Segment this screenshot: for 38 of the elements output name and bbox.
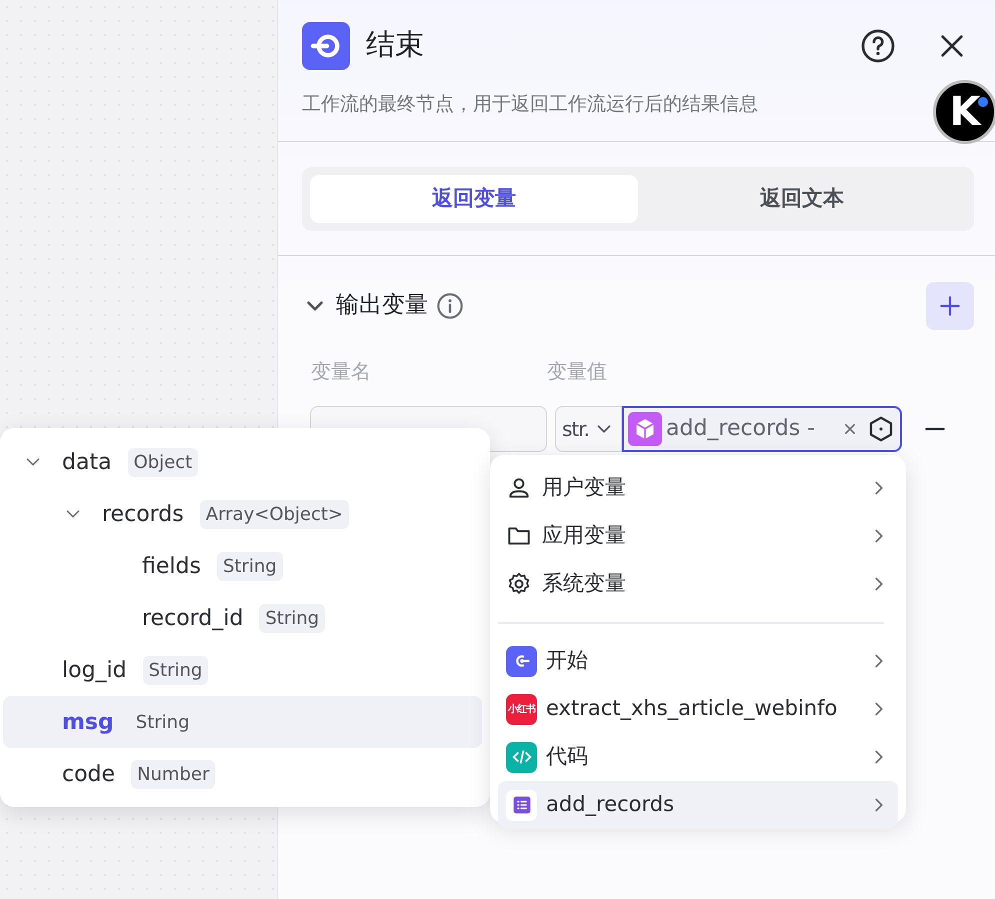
section-title: 输出变量 (336, 291, 428, 320)
tab[interactable]: 返回文本 (638, 174, 966, 222)
info-icon (436, 292, 464, 320)
list-icon (506, 790, 537, 820)
type-tag: String (216, 552, 283, 580)
tree-item[interactable]: data Object (3, 436, 482, 488)
menu-item[interactable]: 应用变量 (498, 512, 898, 560)
end-node-icon (302, 22, 350, 70)
cube-icon (628, 412, 662, 446)
gear-icon (506, 571, 532, 597)
help-icon[interactable] (860, 28, 896, 64)
menu-item[interactable]: 小红书 extract_xhs_article_webinfo (498, 685, 898, 733)
add-button[interactable] (926, 282, 974, 330)
plugin-logo: 小红书 (506, 694, 537, 724)
menu-item[interactable]: 系统变量 (498, 560, 898, 608)
tree-item[interactable]: code Number (3, 748, 482, 800)
column-header: 变量值 (547, 358, 607, 384)
tree-item[interactable]: fields String (3, 540, 482, 592)
tree-item[interactable]: log_id String (3, 644, 482, 696)
type-tag: Object (128, 448, 198, 476)
menu-item[interactable]: 用户变量 (498, 464, 898, 512)
variable-label: add_records - (666, 415, 816, 443)
type-select[interactable]: str. (555, 406, 622, 452)
menu-item[interactable]: 开始 (498, 637, 898, 685)
tab[interactable]: 返回变量 (310, 174, 638, 222)
tree-item[interactable]: record_id String (3, 592, 482, 644)
tree-item[interactable]: msg String (3, 696, 482, 748)
menu-item[interactable]: 代码 (498, 733, 898, 781)
panel-description: 工作流的最终节点，用于返回工作流运行后的结果信息 (302, 92, 758, 117)
reference-field[interactable]: add_records - (622, 406, 902, 452)
type-tag: String (142, 656, 208, 684)
menu-item[interactable]: add_records (498, 781, 898, 829)
type-tag: Number (131, 760, 216, 788)
column-header: 变量名 (310, 358, 372, 384)
type-tag: Array<Object> (200, 500, 350, 528)
panel-title: 结束 (366, 26, 425, 62)
tree-item[interactable]: records Array<Object> (3, 488, 482, 540)
type-tag: String (259, 604, 326, 632)
